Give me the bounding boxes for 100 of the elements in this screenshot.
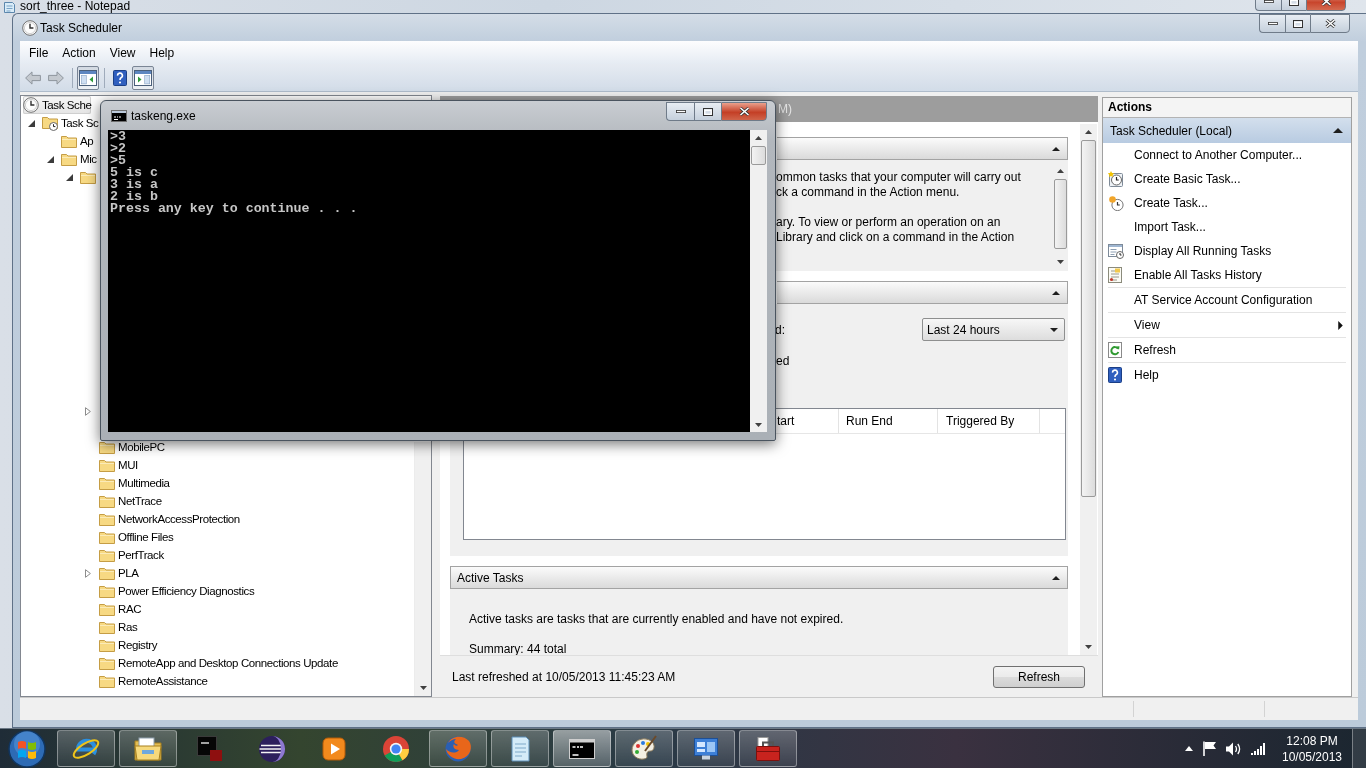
maximize-button[interactable] xyxy=(1285,14,1310,33)
period-dropdown[interactable]: Last 24 hours xyxy=(922,318,1065,341)
caret-up-icon[interactable] xyxy=(1052,146,1060,151)
command-link[interactable]: Help xyxy=(1108,363,1346,387)
close-button[interactable] xyxy=(1310,14,1350,33)
console-line: >2 xyxy=(110,143,127,155)
tree-item[interactable]: RemoteAssistance xyxy=(99,672,208,690)
tree-item[interactable]: NetworkAccessProtection xyxy=(99,510,240,528)
tree-item[interactable]: Mic xyxy=(61,150,97,168)
command-link[interactable]: AT Service Account Configuration xyxy=(1108,288,1346,313)
description-text: Summary: 44 total xyxy=(469,642,568,655)
tree-item[interactable]: MUI xyxy=(99,456,138,474)
tree-item[interactable]: Registry xyxy=(99,636,157,654)
caret-down-icon[interactable] xyxy=(1050,327,1058,332)
column-header[interactable]: Triggered By xyxy=(938,409,1040,433)
maximize-button[interactable] xyxy=(694,102,721,121)
clock-icon xyxy=(1108,195,1124,211)
group-header[interactable]: Task Scheduler (Local) xyxy=(1103,118,1351,143)
folder-icon xyxy=(99,494,115,508)
tree-item[interactable]: Power Efficiency Diagnostics xyxy=(99,582,255,600)
scroll-up-icon[interactable] xyxy=(1057,169,1064,173)
caret-up-icon[interactable] xyxy=(1333,128,1343,133)
description-text: Active tasks are tasks that are currently enabled and have not expired. xyxy=(469,612,845,627)
outline-triangle-icon[interactable] xyxy=(85,568,91,578)
taskbar-button[interactable] xyxy=(677,730,735,767)
scroll-up-icon[interactable] xyxy=(755,136,762,140)
caret-up-icon[interactable] xyxy=(1052,290,1060,295)
column-header[interactable]: Run End xyxy=(839,409,938,433)
minimize-button[interactable] xyxy=(1259,14,1285,33)
filled-triangle-icon[interactable] xyxy=(47,155,54,163)
close-button[interactable] xyxy=(721,102,767,121)
command-link[interactable]: View xyxy=(1108,313,1346,338)
command-link[interactable]: Refresh xyxy=(1108,338,1346,363)
taskbar-button[interactable] xyxy=(553,730,611,767)
scrollbar[interactable] xyxy=(414,442,431,696)
command-link[interactable]: Import Task... xyxy=(1108,215,1346,239)
scroll-up-icon[interactable] xyxy=(1085,130,1092,134)
command-link[interactable]: Create Task... xyxy=(1108,191,1346,215)
tree-item[interactable]: PLA xyxy=(99,564,139,582)
window-title: Task Scheduler xyxy=(40,20,123,35)
speaker-icon[interactable] xyxy=(1226,741,1241,756)
tree-item[interactable]: RemoteApp and Desktop Connections Update xyxy=(99,654,338,672)
taskbar-button[interactable] xyxy=(119,730,177,767)
folder-icon xyxy=(99,440,115,454)
caret-right-icon xyxy=(1338,320,1343,330)
taskbar-button[interactable] xyxy=(739,730,797,767)
taskbar-button[interactable] xyxy=(615,730,673,767)
toggle-actions-button[interactable] xyxy=(132,65,154,90)
command-link[interactable]: Enable All Tasks History xyxy=(1108,263,1346,288)
sphere-icon xyxy=(257,733,287,764)
tree-item[interactable]: MobilePC xyxy=(99,438,165,456)
scroll-thumb[interactable] xyxy=(1054,179,1067,249)
command-link[interactable]: Connect to Another Computer... xyxy=(1108,143,1346,167)
menu-item[interactable]: Help xyxy=(142,42,182,63)
tree-item[interactable]: Task Sc xyxy=(42,114,99,132)
caret-up-icon[interactable] xyxy=(1185,746,1193,751)
pane-toggle-icon xyxy=(134,69,152,86)
scroll-thumb[interactable] xyxy=(1081,140,1096,497)
scroll-thumb[interactable] xyxy=(751,146,766,165)
scroll-down-icon[interactable] xyxy=(1085,645,1092,649)
clock-button[interactable]: 12:08 PM 10/05/2013 xyxy=(1284,732,1340,765)
column-header[interactable]: tart xyxy=(777,409,839,433)
menu-item[interactable]: Action xyxy=(55,42,103,63)
tree-item[interactable]: NetTrace xyxy=(99,492,162,510)
section-header[interactable]: Active Tasks xyxy=(450,566,1068,589)
scroll-down-icon[interactable] xyxy=(1057,260,1064,264)
menu-item[interactable]: File xyxy=(22,42,56,63)
taskbar-button[interactable] xyxy=(57,730,115,767)
tree-item[interactable]: PerfTrack xyxy=(99,546,164,564)
caret-up-icon[interactable] xyxy=(1052,575,1060,580)
signal-bars-icon[interactable] xyxy=(1251,742,1265,755)
taskbar-button[interactable] xyxy=(491,730,549,767)
clock-icon xyxy=(22,19,38,36)
scroll-down-icon[interactable] xyxy=(755,423,762,427)
scrollbar[interactable] xyxy=(1080,124,1097,655)
refresh-button[interactable]: Refresh xyxy=(993,665,1085,688)
filled-triangle-icon[interactable] xyxy=(28,119,35,127)
menu-item[interactable]: View xyxy=(102,42,143,63)
toggle-tree-button[interactable] xyxy=(77,65,99,90)
scrollbar[interactable] xyxy=(750,130,767,432)
outline-triangle-icon[interactable] xyxy=(85,406,91,416)
tree-item[interactable]: Ap xyxy=(61,132,94,150)
tree-item[interactable]: RAC xyxy=(99,600,142,618)
scroll-down-icon[interactable] xyxy=(419,686,427,690)
command-link[interactable]: Display All Running Tasks xyxy=(1108,239,1346,263)
period-label: d: xyxy=(775,322,785,337)
window-title: sort_three - Notepad xyxy=(20,0,131,13)
clock-star-icon xyxy=(1108,171,1124,187)
tree-item[interactable]: Multimedia xyxy=(99,474,170,492)
show-desktop-button[interactable] xyxy=(1352,728,1366,768)
tree-item[interactable]: Task Sche xyxy=(23,96,92,114)
filled-triangle-icon[interactable] xyxy=(66,173,73,181)
minimize-button[interactable] xyxy=(666,102,694,121)
start-orb-icon[interactable] xyxy=(6,729,48,768)
refresh-icon xyxy=(1108,342,1122,358)
tree-item[interactable]: Offline Files xyxy=(99,528,174,546)
flag-icon[interactable] xyxy=(1203,741,1216,756)
folder-icon xyxy=(99,530,115,544)
command-link[interactable]: Create Basic Task... xyxy=(1108,167,1346,191)
tree-item[interactable]: Ras xyxy=(99,618,138,636)
